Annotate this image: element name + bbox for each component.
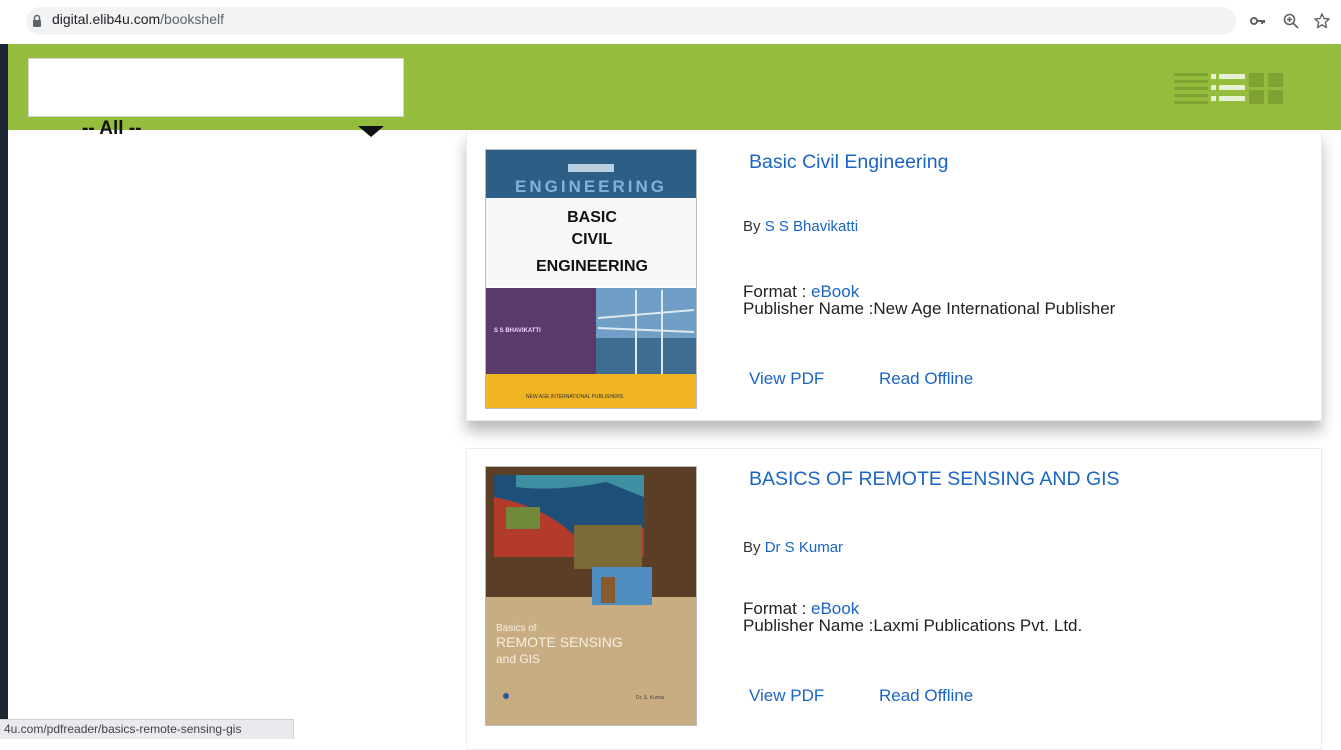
zoom-icon[interactable] xyxy=(1282,12,1300,30)
list-view-icon[interactable] xyxy=(1211,71,1245,105)
publisher-label: Publisher Name : xyxy=(743,616,874,635)
author-link[interactable]: S S Bhavikatti xyxy=(765,218,858,235)
book-cover-image[interactable]: ENGINEERING BASIC CIVIL ENGINEERING S S … xyxy=(485,149,697,409)
view-pdf-link[interactable]: View PDF xyxy=(749,686,824,706)
book-title-link[interactable]: BASICS OF REMOTE SENSING AND GIS xyxy=(749,468,1120,491)
left-frame-edge xyxy=(0,44,8,738)
book-meta: Format : eBook Publisher Name :Laxmi Pub… xyxy=(743,600,1082,634)
cover-title-line: ENGINEERING xyxy=(536,258,648,275)
lock-icon xyxy=(33,14,41,27)
url-text[interactable]: digital.elib4u.com/bookshelf xyxy=(52,11,224,27)
book-card: Basics of REMOTE SENSING and GIS Dr. S. … xyxy=(466,448,1322,750)
chevron-down-icon[interactable] xyxy=(358,126,384,137)
read-offline-link[interactable]: Read Offline xyxy=(879,686,973,706)
author-line: By Dr S Kumar xyxy=(743,539,843,556)
url-host: digital.elib4u.com xyxy=(52,11,161,27)
browser-address-bar: digital.elib4u.com/bookshelf xyxy=(0,0,1341,44)
book-cover-image[interactable]: Basics of REMOTE SENSING and GIS Dr. S. … xyxy=(485,466,697,726)
search-input[interactable] xyxy=(28,58,404,117)
cover-title-line: Basics of xyxy=(496,623,537,634)
publisher-name: New Age International Publisher xyxy=(873,299,1116,318)
book-card: ENGINEERING BASIC CIVIL ENGINEERING S S … xyxy=(466,132,1322,421)
cover-title-line: BASIC xyxy=(567,209,617,226)
cover-author-text: S S BHAVIKATTI xyxy=(494,328,541,334)
star-icon[interactable] xyxy=(1313,12,1331,30)
publisher-label: Publisher Name : xyxy=(743,299,874,318)
status-bar-url: 4u.com/pdfreader/basics-remote-sensing-g… xyxy=(0,719,294,739)
grid-view-icon[interactable] xyxy=(1249,71,1283,105)
compact-list-view-icon[interactable] xyxy=(1174,71,1208,105)
cover-title-line: REMOTE SENSING xyxy=(496,634,623,650)
by-label: By xyxy=(743,218,765,235)
author-line: By S S Bhavikatti xyxy=(743,218,858,235)
book-title-link[interactable]: Basic Civil Engineering xyxy=(749,151,948,174)
cover-title-line: and GIS xyxy=(496,652,540,666)
cover-publisher-text: NEW AGE INTERNATIONAL PUBLISHERS xyxy=(526,394,624,400)
site-header xyxy=(8,44,1341,130)
book-meta: Format : eBook Publisher Name :New Age I… xyxy=(743,283,1115,317)
cover-title-line: CIVIL xyxy=(572,231,613,248)
key-icon[interactable] xyxy=(1249,12,1267,30)
publisher-name: Laxmi Publications Pvt. Ltd. xyxy=(873,616,1083,635)
url-path: /bookshelf xyxy=(160,11,224,27)
author-link[interactable]: Dr S Kumar xyxy=(765,539,843,556)
read-offline-link[interactable]: Read Offline xyxy=(879,369,973,389)
category-select[interactable]: -- All -- xyxy=(82,118,141,140)
by-label: By xyxy=(743,539,765,556)
view-pdf-link[interactable]: View PDF xyxy=(749,369,824,389)
cover-author-text: Dr. S. Kumar xyxy=(636,695,665,701)
cover-series-text: ENGINEERING xyxy=(515,177,667,196)
